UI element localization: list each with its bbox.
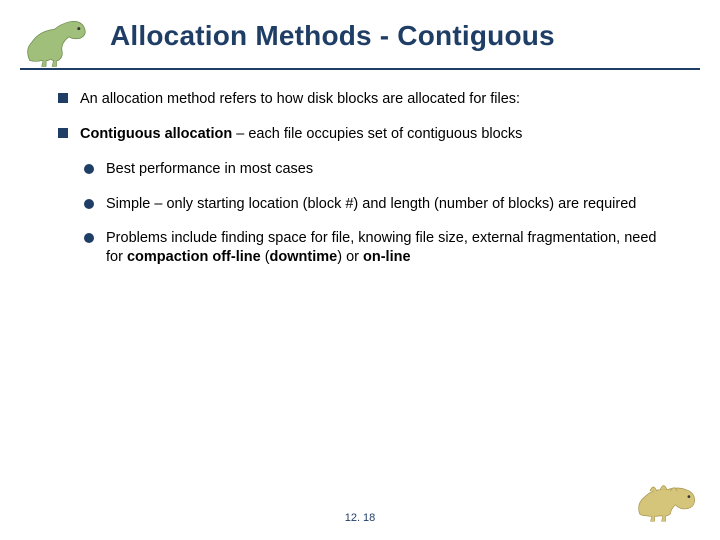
bullet-item: Contiguous allocation – each file occupi… xyxy=(58,125,662,144)
bullet-text: Best performance in most cases xyxy=(106,161,313,177)
sub-bullet-item: Problems include finding space for file,… xyxy=(84,229,662,267)
sub-bullet-item: Best performance in most cases xyxy=(84,160,662,179)
term-contiguous-allocation: Contiguous allocation xyxy=(80,126,232,142)
bullet-text: An allocation method refers to how disk … xyxy=(80,91,520,107)
sub-bullet-item: Simple – only starting location (block #… xyxy=(84,195,662,214)
dinosaur-icon xyxy=(18,16,98,68)
term-compaction: compaction off-line xyxy=(127,249,261,265)
bullet-item: An allocation method refers to how disk … xyxy=(58,90,662,109)
title-underline xyxy=(20,68,700,70)
bullet-text: ( xyxy=(261,249,270,265)
slide: Allocation Methods - Contiguous An alloc… xyxy=(0,0,720,540)
page-number: 12. 18 xyxy=(0,512,720,524)
slide-title: Allocation Methods - Contiguous xyxy=(110,20,700,52)
term-downtime: downtime xyxy=(270,249,338,265)
content-area: An allocation method refers to how disk … xyxy=(58,90,662,283)
bullet-text: Simple – only starting location (block #… xyxy=(106,196,636,212)
bullet-text: ) or xyxy=(337,249,363,265)
title-area: Allocation Methods - Contiguous xyxy=(0,12,720,82)
term-online: on-line xyxy=(363,249,411,265)
bullet-text: – each file occupies set of contiguous b… xyxy=(232,126,522,142)
